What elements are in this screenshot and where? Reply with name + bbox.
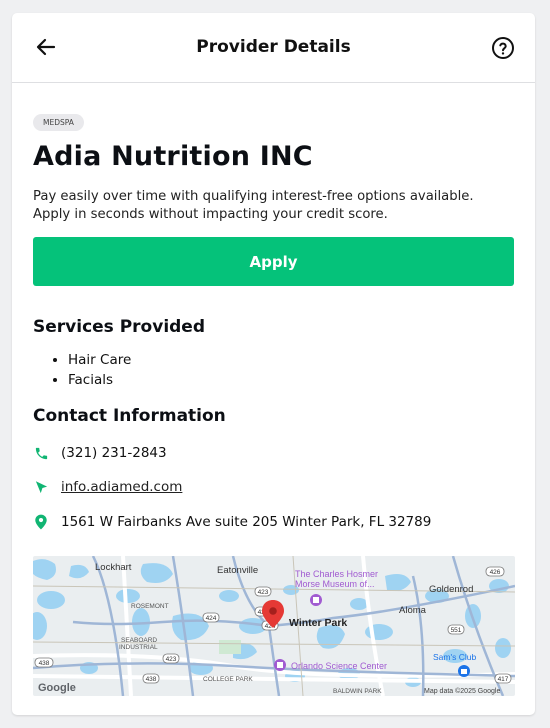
road-shield: 424 — [206, 615, 217, 622]
map-label-museum-1: The Charles Hosmer — [295, 569, 378, 579]
science-center-poi-icon[interactable] — [274, 659, 286, 671]
address-row[interactable]: 1561 W Fairbanks Ave suite 205 Winter Pa… — [33, 512, 514, 532]
service-item: Facials — [68, 370, 514, 390]
address-text: 1561 W Fairbanks Ave suite 205 Winter Pa… — [61, 514, 432, 530]
location-map[interactable]: 426 423 424 423 424 551 438 423 438 417 … — [33, 556, 515, 696]
services-list: Hair Care Facials — [33, 350, 514, 390]
category-badge: MEDSPA — [33, 114, 84, 131]
map-label-seaboard-2: INDUSTRIAL — [119, 644, 158, 651]
map-label-winter-park: Winter Park — [289, 617, 347, 629]
map-label-baldwin-park: BALDWIN PARK — [333, 688, 382, 695]
road-shield: 438 — [146, 676, 157, 683]
road-shield: 426 — [490, 569, 501, 576]
phone-icon — [33, 445, 49, 461]
provider-details-card: Provider Details MEDSPA Adia Nutrition I… — [12, 13, 535, 715]
museum-poi-icon[interactable] — [310, 594, 322, 606]
map-label-goldenrod: Goldenrod — [429, 584, 473, 595]
header-bar: Provider Details — [12, 13, 535, 83]
page-title: Provider Details — [196, 37, 351, 57]
contact-heading: Contact Information — [33, 406, 226, 426]
provider-content: MEDSPA Adia Nutrition INC Pay easily ove… — [33, 110, 514, 532]
road-shield: 438 — [39, 660, 50, 667]
service-item: Hair Care — [68, 350, 514, 370]
website-row[interactable]: info.adiamed.com — [33, 477, 514, 497]
road-shield: 423 — [166, 656, 177, 663]
road-shield: 423 — [258, 589, 269, 596]
google-logo: Google — [38, 682, 76, 694]
apply-button[interactable]: Apply — [33, 237, 514, 286]
map-attribution[interactable]: Map data ©2025 Google — [424, 687, 500, 695]
provider-name: Adia Nutrition INC — [33, 141, 313, 172]
location-pin-icon — [33, 514, 49, 530]
map-label-lockhart: Lockhart — [95, 562, 132, 573]
map-label-sams-club: Sam's Club — [433, 652, 476, 662]
map-label-science-center: Orlando Science Center — [291, 661, 387, 671]
road-shield: 417 — [498, 676, 509, 683]
cursor-arrow-icon — [33, 479, 49, 495]
website-link[interactable]: info.adiamed.com — [61, 479, 182, 495]
help-circle-icon[interactable] — [491, 36, 515, 60]
map-label-aloma: Aloma — [399, 605, 427, 616]
phone-row[interactable]: (321) 231-2843 — [33, 443, 514, 463]
map-label-rosemont: ROSEMONT — [131, 603, 169, 610]
services-heading: Services Provided — [33, 317, 206, 337]
map-label-eatonville: Eatonville — [217, 565, 258, 576]
provider-description: Pay easily over time with qualifying int… — [33, 189, 474, 222]
map-label-seaboard-1: SEABOARD — [121, 637, 157, 644]
road-shield: 551 — [451, 627, 462, 634]
phone-number: (321) 231-2843 — [61, 445, 167, 461]
map-label-college-park: COLLEGE PARK — [203, 676, 253, 683]
shopping-poi-icon[interactable] — [458, 665, 470, 677]
map-label-museum-2: Morse Museum of... — [295, 579, 375, 589]
